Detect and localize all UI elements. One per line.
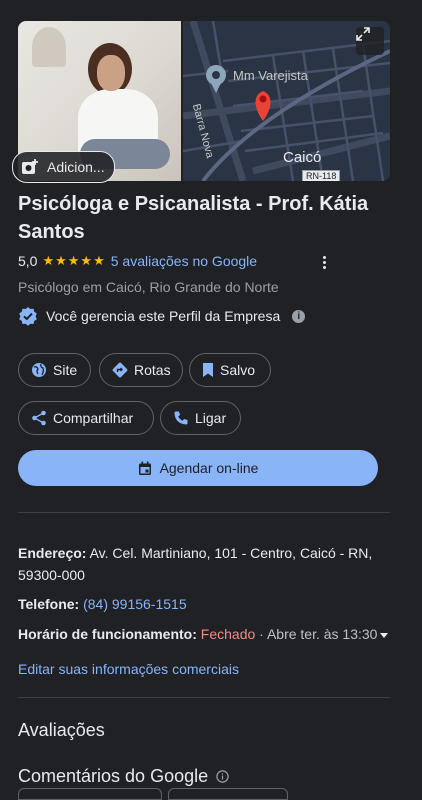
share-button[interactable]: Compartilhar (18, 401, 154, 435)
business-category: Psicólogo em Caicó, Rio Grande do Norte (18, 279, 279, 295)
hours-row[interactable]: Horário de funcionamento: Fechado · Abre… (18, 623, 390, 645)
site-label: Site (53, 362, 78, 378)
reviews-link[interactable]: 5 avaliações no Google (111, 253, 257, 269)
more-options-button[interactable] (318, 253, 330, 271)
call-button[interactable]: Ligar (160, 401, 241, 435)
info-icon[interactable]: i (292, 309, 306, 323)
bookmark-icon (203, 363, 213, 377)
directions-icon (112, 362, 128, 378)
hours-next: · Abre ter. às 13:30 (259, 626, 378, 642)
address-line2[interactable]: 59300-000 (18, 567, 85, 583)
map-road-shield: RN-118 (302, 170, 341, 181)
book-online-label: Agendar on-line (159, 460, 259, 476)
book-online-button[interactable]: Agendar on-line (18, 450, 378, 486)
share-label: Compartilhar (53, 410, 134, 426)
photo-face (97, 55, 125, 91)
edit-business-info-link[interactable]: Editar suas informações comerciais (18, 661, 239, 677)
site-button[interactable]: Site (18, 353, 91, 387)
divider (18, 697, 390, 698)
media-strip: Mm Varejista Barra Nova Caicó RN-118 Adi… (12, 21, 390, 183)
hours-status: Fechado (200, 626, 256, 642)
google-reviews-heading: Comentários do Google (18, 766, 209, 786)
photo-lamp (32, 27, 66, 67)
business-name: Psicóloga e Psicanalista - Prof. Kátia S… (18, 193, 369, 243)
rating-value: 5,0 (18, 253, 38, 269)
google-reviews-heading-row: Comentários do Google (18, 766, 229, 787)
address-line1[interactable]: Av. Cel. Martiniano, 101 - Centro, Caicó… (90, 545, 373, 561)
review-tab[interactable] (18, 788, 162, 800)
phone-label: Telefone: (18, 596, 80, 612)
address-label: Endereço: (18, 545, 87, 561)
divider (18, 512, 390, 513)
add-photo-icon (22, 159, 38, 174)
managed-profile-row: Você gerencia este Perfil da Empresa i (18, 306, 306, 326)
routes-label: Rotas (134, 362, 171, 378)
address-row: Endereço: Av. Cel. Martiniano, 101 - Cen… (18, 542, 390, 586)
info-icon[interactable] (216, 770, 229, 783)
saved-label: Salvo (220, 362, 256, 378)
chevron-down-icon[interactable] (380, 632, 389, 638)
expand-icon (356, 27, 370, 41)
expand-map-button[interactable] (356, 27, 384, 55)
location-map[interactable]: Mm Varejista Barra Nova Caicó RN-118 (183, 21, 390, 181)
phone-row: Telefone: (84) 99156-1515 (18, 593, 390, 615)
map-label-store: Mm Varejista (233, 68, 308, 83)
hours-label: Horário de funcionamento: (18, 626, 197, 642)
globe-icon (32, 363, 46, 377)
map-label-city: Caicó (283, 149, 322, 166)
saved-button[interactable]: Salvo (189, 353, 271, 387)
reviews-heading: Avaliações (18, 720, 105, 740)
rating-row: 5,0 ★★★★★ 5 avaliações no Google (18, 253, 257, 269)
add-photo-label: Adicion... (47, 159, 105, 175)
phone-icon (174, 411, 188, 425)
review-tab[interactable] (168, 788, 288, 800)
add-photo-button[interactable]: Adicion... (12, 151, 115, 183)
routes-button[interactable]: Rotas (99, 353, 183, 387)
share-icon (32, 410, 46, 426)
verified-badge-icon (19, 307, 37, 326)
rating-stars: ★★★★★ (42, 253, 106, 268)
phone-link[interactable]: (84) 99156-1515 (83, 596, 187, 612)
call-label: Ligar (195, 410, 227, 426)
managed-profile-text: Você gerencia este Perfil da Empresa (46, 308, 281, 324)
edit-info-row: Editar suas informações comerciais (18, 658, 390, 680)
calendar-icon (138, 461, 151, 475)
